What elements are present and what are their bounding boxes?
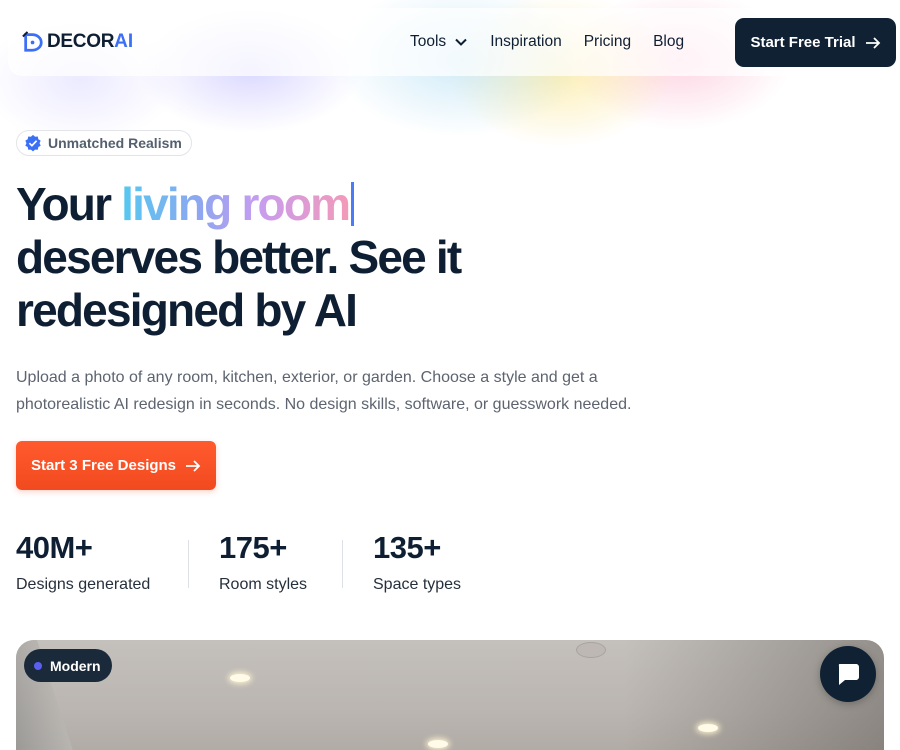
stats-row: 40M+ Designs generated 175+ Room styles … [16,530,503,594]
style-tag-dot [34,661,42,670]
stat-label: Room styles [219,576,308,593]
room-preview-image [16,640,884,750]
realism-badge: Unmatched Realism [16,130,192,156]
typing-caret [351,182,355,226]
top-navbar: DECOR AI Tools Inspiration Pricing Blog S… [8,8,898,76]
chat-bubble-icon [838,664,859,685]
nav-blog[interactable]: Blog [653,33,684,51]
start-free-designs-button[interactable]: Start 3 Free Designs [16,441,216,490]
logo-accent: AI [114,31,134,52]
logo[interactable]: DECOR AI [22,31,133,53]
stat-value: 135+ [373,530,441,565]
nav-tools[interactable]: Tools [410,33,468,51]
stat-value: 40M+ [16,530,93,565]
start-free-trial-label: Start Free Trial [750,34,856,51]
stat-divider [342,540,343,588]
headline-start: Your [16,178,122,230]
stat-value: 175+ [219,530,287,565]
arrow-right-icon [186,459,201,472]
headline-line3: redesigned by AI [16,284,358,336]
ceiling-light [698,724,718,732]
ceiling-speaker [576,642,606,658]
chevron-down-icon [455,38,467,46]
style-tag: Modern [24,649,112,682]
nav-inspiration[interactable]: Inspiration [490,33,562,51]
start-free-designs-label: Start 3 Free Designs [30,457,177,474]
chat-button[interactable] [820,646,876,702]
nav-tools-label: Tools [410,33,447,50]
ceiling-light [428,740,448,748]
logo-text: DECOR [47,31,115,52]
arrow-right-icon [865,36,880,49]
headline-line2: deserves better. See it [16,231,462,283]
badge-label: Unmatched Realism [48,135,182,151]
style-tag-label: Modern [50,657,101,674]
stat-label: Designs generated [16,576,151,593]
main-nav: Tools Inspiration Pricing Blog [410,8,706,76]
stat-spaces: 135+ Space types [373,530,503,594]
ceiling-light [230,674,250,682]
headline-highlight: living room [121,178,351,230]
start-free-trial-button[interactable]: Start Free Trial [735,18,896,67]
stat-label: Space types [373,576,462,593]
hero-subtext: Upload a photo of any room, kitchen, ext… [16,369,632,413]
nav-pricing[interactable]: Pricing [584,33,631,51]
hero-headline: Your living room deserves better. See it… [16,178,576,337]
stat-styles: 175+ Room styles [219,530,342,594]
stat-divider [188,540,189,588]
verified-badge-icon [25,134,41,152]
stat-designs: 40M+ Designs generated [16,530,188,594]
decor-logo-icon [22,31,43,52]
